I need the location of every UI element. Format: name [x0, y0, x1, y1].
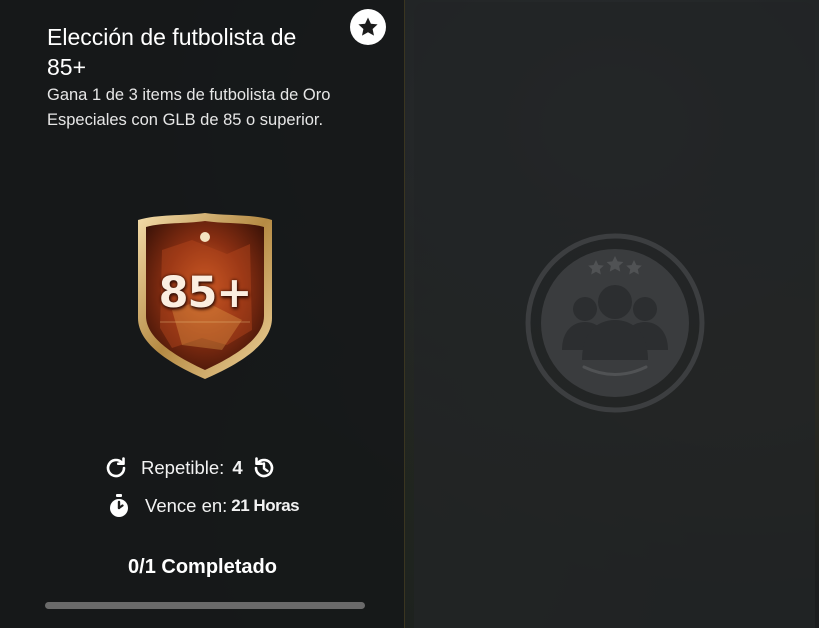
history-icon[interactable]: [251, 455, 277, 481]
reward-preview-panel: [414, 2, 815, 628]
star-icon: [358, 17, 378, 36]
repeatable-count: 4: [232, 457, 243, 478]
repeatable-label: Repetible:: [141, 457, 225, 478]
expiry-value: 21 Horas: [231, 496, 300, 515]
stopwatch-icon: [107, 493, 133, 519]
refresh-icon: [103, 455, 129, 481]
repeatable-row: Repetible: 4: [103, 455, 277, 481]
objective-description: Gana 1 de 3 items de futbolista de Oro E…: [47, 86, 331, 129]
objective-title: Elección de futbolista de 85+: [47, 24, 297, 80]
favorite-button[interactable]: [350, 9, 386, 45]
expiry-row: Vence en: 21 Horas: [107, 493, 300, 519]
pack-rating-label: 85+: [158, 268, 253, 318]
progress-bar: [45, 602, 365, 609]
pack-badge: 85+: [132, 210, 278, 382]
squad-silhouette-icon: [525, 233, 705, 413]
expiry-label: Vence en:: [145, 495, 228, 516]
progress-text: 0/1 Completado: [128, 556, 277, 578]
objective-detail-panel: Elección de futbolista de 85+ Gana 1 de …: [0, 0, 405, 628]
